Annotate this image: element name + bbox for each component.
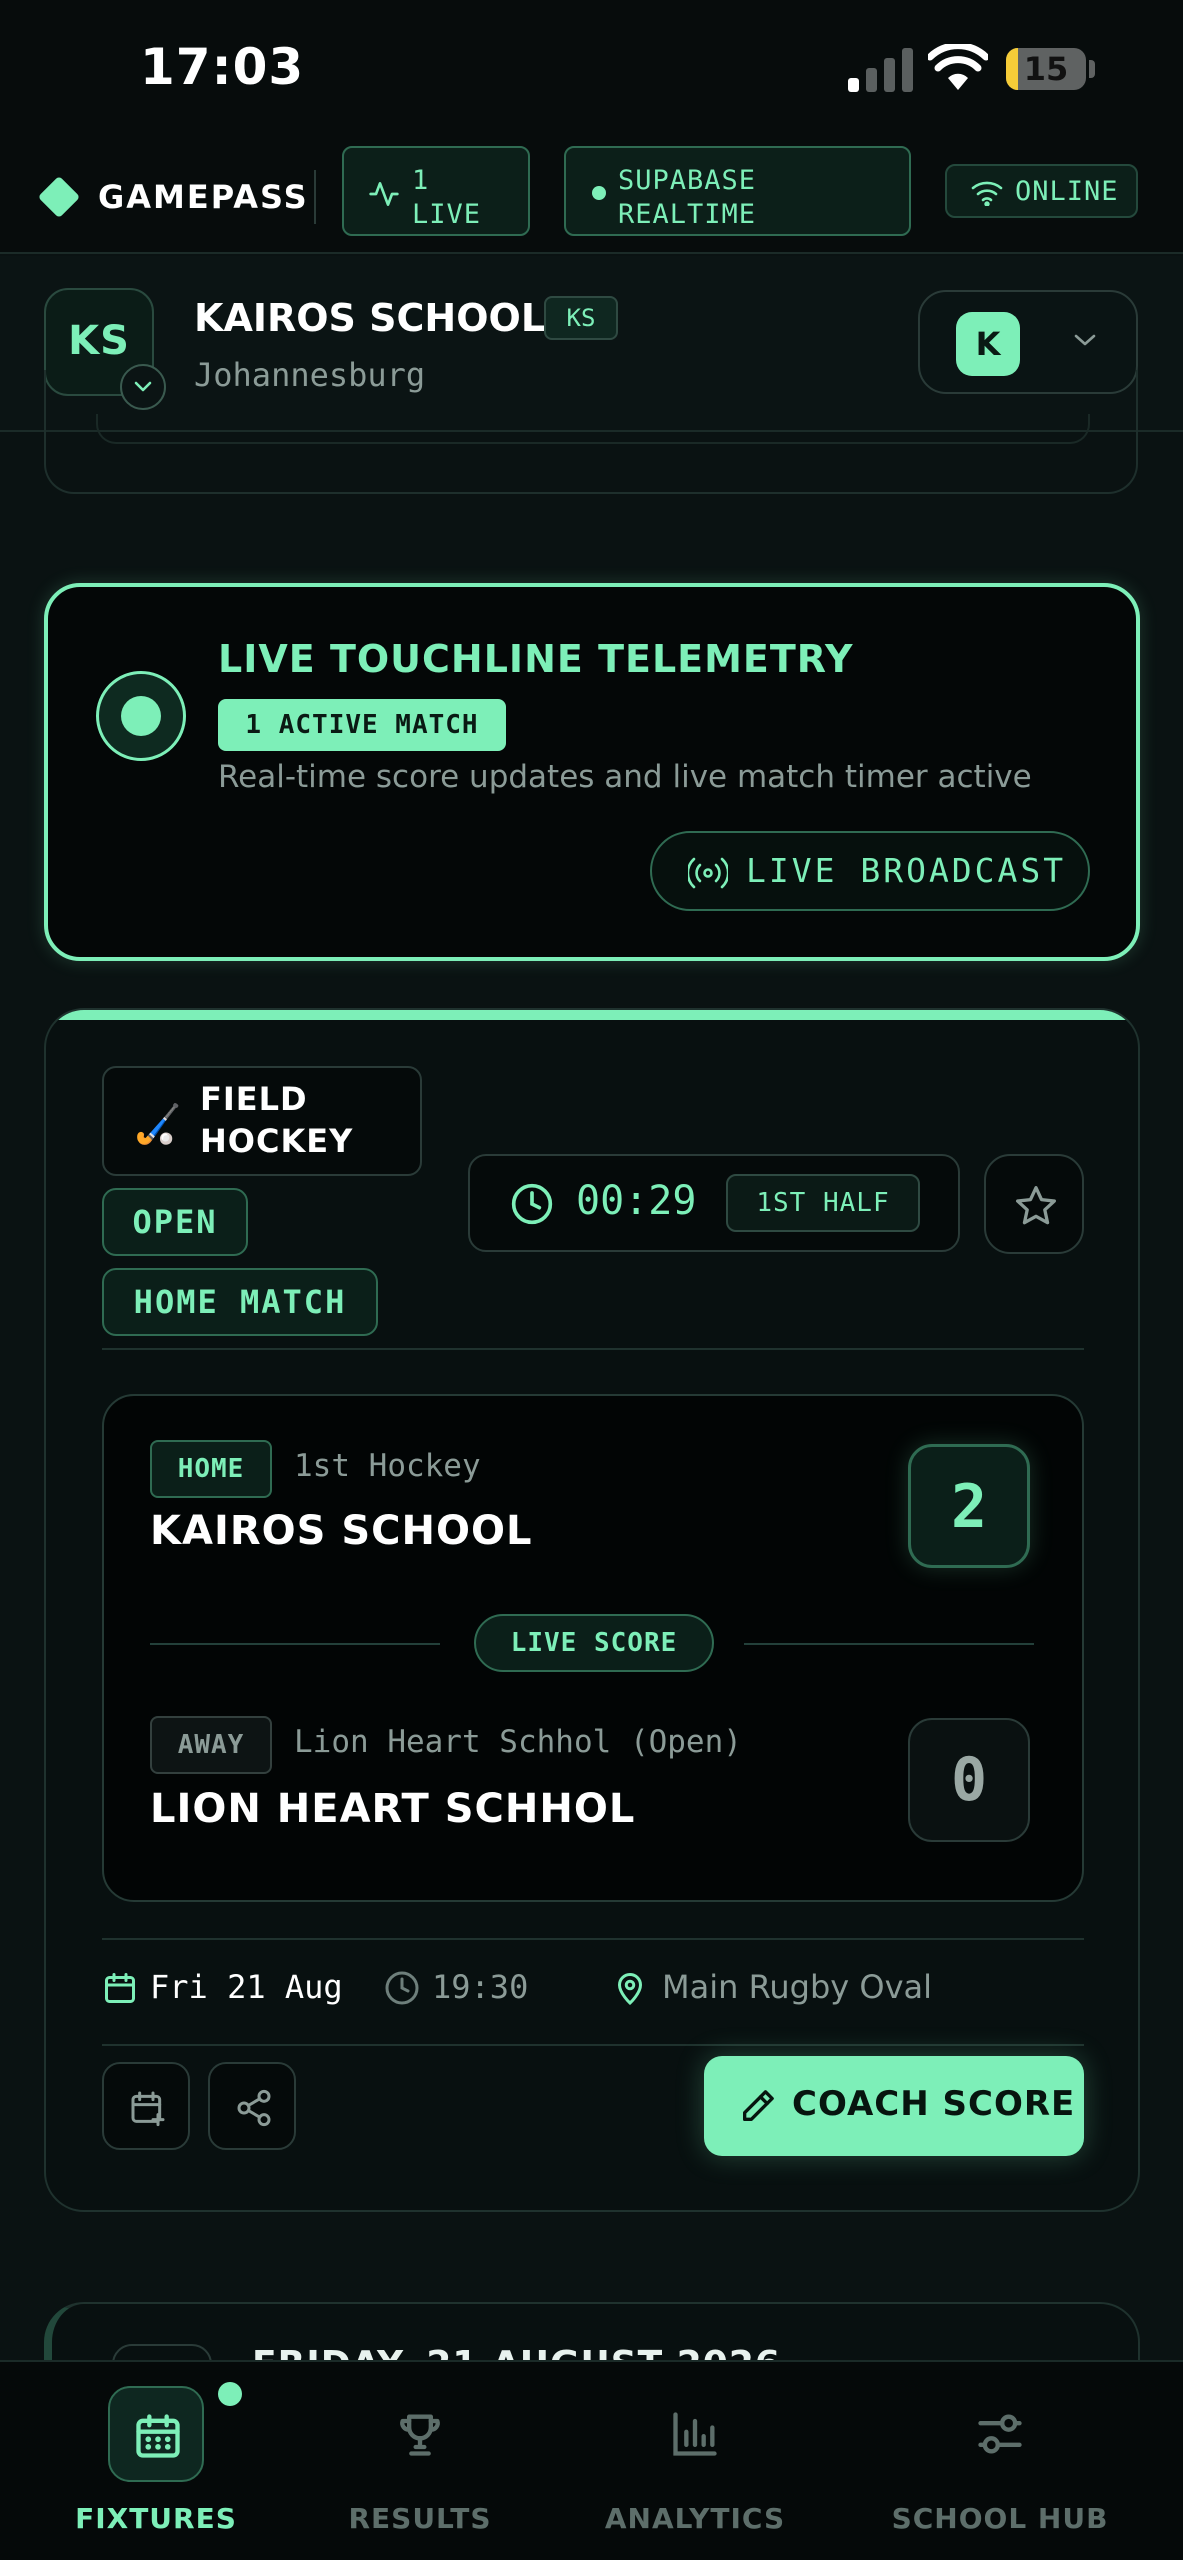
clock-icon xyxy=(511,1183,553,1225)
live-pulse-icon xyxy=(96,671,186,761)
share-icon xyxy=(237,2089,271,2127)
away-score[interactable]: 0 xyxy=(908,1718,1030,1842)
match-venue: Main Rugby Oval xyxy=(662,1968,932,2006)
pencil-icon xyxy=(743,2090,774,2121)
period-badge: 1ST HALF xyxy=(726,1174,920,1232)
bar-chart-icon xyxy=(673,2412,717,2456)
match-type-tag: HOME MATCH xyxy=(102,1268,378,1336)
home-score[interactable]: 2 xyxy=(908,1444,1030,1568)
nav-analytics-label: ANALYTICS xyxy=(604,2502,786,2535)
match-timer: 00:29 1ST HALF xyxy=(468,1154,960,1252)
wifi-status-icon xyxy=(971,181,1003,206)
broadcast-icon xyxy=(688,857,728,889)
activity-icon xyxy=(369,182,399,206)
star-icon xyxy=(1016,1186,1056,1225)
coach-score-button[interactable]: COACH SCORE xyxy=(704,2056,1084,2156)
nav-fixtures-label: FIXTURES xyxy=(75,2502,237,2535)
wifi-icon xyxy=(928,44,988,90)
coach-score-label: COACH SCORE xyxy=(792,2084,1076,2124)
nav-analytics[interactable]: ANALYTICS xyxy=(570,2362,820,2560)
brand[interactable]: GAMEPASS xyxy=(37,172,309,222)
brand-logo-icon xyxy=(37,175,81,219)
bottom-navigation: FIXTURES RESULTS ANALYTICS SCHOOL HUB xyxy=(0,2360,1183,2560)
realtime-chip[interactable]: SUPABASE REALTIME xyxy=(564,146,911,236)
status-time: 17:03 xyxy=(140,38,305,96)
calendar-icon xyxy=(105,1973,135,2003)
realtime-status-dot xyxy=(592,186,606,200)
calendar-icon xyxy=(136,2414,180,2458)
live-count-chip[interactable]: 1 LIVE xyxy=(342,146,530,236)
brand-name: GAMEPASS xyxy=(98,178,309,216)
match-card: 🏑 FIELD HOCKEY OPEN HOME MATCH 00:29 1ST … xyxy=(44,1008,1140,2212)
nav-school-hub-label: SCHOOL HUB xyxy=(891,2502,1109,2535)
live-score-pill: LIVE SCORE xyxy=(474,1614,714,1672)
sliders-icon xyxy=(978,2414,1022,2454)
sport-chip: 🏑 FIELD HOCKEY xyxy=(102,1066,422,1176)
add-to-calendar-button[interactable] xyxy=(102,2062,190,2150)
match-date: Fri 21 Aug xyxy=(150,1968,343,2006)
calendar-plus-icon xyxy=(131,2091,165,2127)
live-broadcast-label: LIVE BROADCAST xyxy=(746,851,1067,890)
live-count-label: LIVE xyxy=(412,199,482,230)
chevron-down-icon xyxy=(1074,334,1096,346)
school-name: KAIROS SCHOOL xyxy=(194,296,546,340)
live-count: 1 xyxy=(412,165,430,196)
clock-icon xyxy=(385,1971,419,2005)
user-avatar: K xyxy=(956,312,1020,376)
map-pin-icon xyxy=(617,1973,643,2006)
timer-value: 00:29 xyxy=(576,1178,697,1224)
live-broadcast-button[interactable]: LIVE BROADCAST xyxy=(650,831,1090,911)
nav-results[interactable]: RESULTS xyxy=(300,2362,540,2560)
sport-name-line1: FIELD xyxy=(200,1080,308,1118)
fixtures-live-indicator xyxy=(218,2382,242,2406)
school-tag: KS xyxy=(544,296,618,340)
away-team-label: Lion Heart Schhol (Open) xyxy=(294,1724,742,1760)
nav-results-label: RESULTS xyxy=(348,2502,492,2535)
cell-signal-icon xyxy=(848,48,914,92)
trophy-icon xyxy=(400,2414,440,2456)
live-telemetry-card: LIVE TOUCHLINE TELEMETRY 1 ACTIVE MATCH … xyxy=(44,583,1140,961)
home-team-label: 1st Hockey xyxy=(294,1448,481,1484)
nav-school-hub[interactable]: SCHOOL HUB xyxy=(860,2362,1140,2560)
school-initials: KS xyxy=(68,318,130,364)
online-label: ONLINE xyxy=(1015,176,1119,207)
sport-name-line2: HOCKEY xyxy=(200,1122,354,1160)
match-meta: Fri 21 Aug 19:30 Main Rugby Oval xyxy=(102,1962,1084,2012)
app-header: GAMEPASS 1 LIVE SUPABASE REALTIME ONLINE xyxy=(0,140,1183,254)
active-match-badge: 1 ACTIVE MATCH xyxy=(218,699,506,751)
status-bar: 17:03 15 xyxy=(0,0,1183,140)
favorite-button[interactable] xyxy=(984,1154,1084,1254)
scoreboard: HOME 1st Hockey KAIROS SCHOOL 2 LIVE SCO… xyxy=(102,1394,1084,1902)
hockey-stick-icon: 🏑 xyxy=(134,1102,182,1146)
home-team-name: KAIROS SCHOOL xyxy=(150,1508,533,1554)
away-team-name: LION HEART SCHHOL xyxy=(150,1786,636,1832)
realtime-provider: SUPABASE xyxy=(618,165,757,196)
home-tag: HOME xyxy=(150,1440,272,1498)
age-group-tag: OPEN xyxy=(102,1188,248,1256)
battery-icon: 15 xyxy=(1006,48,1086,90)
share-button[interactable] xyxy=(208,2062,296,2150)
online-status-chip[interactable]: ONLINE xyxy=(945,164,1138,218)
battery-level: 15 xyxy=(1023,50,1069,88)
match-time: 19:30 xyxy=(432,1968,529,2006)
telemetry-title: LIVE TOUCHLINE TELEMETRY xyxy=(218,637,854,681)
realtime-label: REALTIME xyxy=(618,199,757,230)
away-tag: AWAY xyxy=(150,1716,272,1774)
previous-card-edge xyxy=(44,370,1138,494)
telemetry-description: Real-time score updates and live match t… xyxy=(218,759,1032,795)
